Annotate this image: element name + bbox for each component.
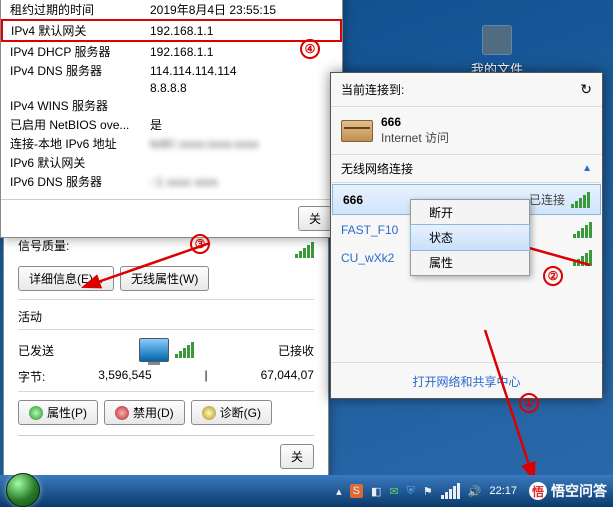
signal-bars-icon — [295, 237, 314, 258]
close-button[interactable]: 关 — [280, 444, 314, 469]
tray-sogou-icon[interactable]: S — [350, 484, 363, 498]
wukong-logo-icon: 悟 — [529, 482, 547, 500]
start-button[interactable] — [6, 473, 40, 507]
wukong-watermark: 悟 悟空问答 — [529, 481, 607, 501]
tray-wechat-icon[interactable]: ✉ — [389, 485, 398, 498]
recv-label: 已接收 — [278, 342, 314, 359]
table-row: IPv4 DHCP 服务器192.168.1.1 — [2, 41, 341, 61]
current-ssid: 666 — [381, 115, 449, 129]
tray-chevron-icon[interactable]: ▴ — [336, 485, 342, 498]
menu-status[interactable]: 状态 — [410, 224, 530, 251]
signal-quality-label: 信号质量: — [18, 237, 69, 254]
table-row: IPv6 DNS 服务器::1 xxxx xxxx — [2, 172, 341, 191]
monitor-icon — [139, 338, 169, 362]
folder-icon — [482, 25, 512, 55]
bytes-sent-value: 3,596,545 — [98, 368, 151, 385]
taskbar: ▴ S ◧ ✉ ⛨ ⚑ 🔊 22:17 悟 悟空问答 — [0, 475, 613, 507]
table-row: 连接-本地 IPv6 地址fe80::xxxx:xxxx:xxxx — [2, 134, 341, 153]
tray-shield-icon[interactable]: ⛨ — [407, 485, 415, 498]
signal-bars-icon — [175, 342, 194, 358]
tray-clock[interactable]: 22:17 — [489, 485, 517, 497]
signal-bars-icon — [573, 222, 592, 238]
details-button[interactable]: 详细信息(E)... — [18, 266, 114, 291]
shield-icon — [29, 406, 43, 420]
current-access: Internet 访问 — [381, 129, 449, 146]
bytes-recv-value: 67,044,07 — [261, 368, 314, 385]
wireless-category-header[interactable]: 无线网络连接 ▲ — [331, 154, 602, 183]
table-row: IPv4 默认网关192.168.1.1 — [2, 20, 341, 41]
refresh-icon[interactable]: ↻ — [580, 81, 592, 98]
table-row: 8.8.8.8 — [2, 80, 341, 96]
tray-app-icon[interactable]: ◧ — [371, 485, 381, 498]
desktop-shortcut-myfiles[interactable]: 我的文件 — [471, 25, 523, 78]
flyout-header: 当前连接到: — [341, 81, 404, 98]
table-row: IPv4 WINS 服务器 — [2, 96, 341, 115]
network-details-dialog: 获得租约的时间2019年8月4日 21:55:15租约过期的时间2019年8月4… — [0, 0, 343, 238]
wireless-props-button[interactable]: 无线属性(W) — [120, 266, 209, 291]
signal-bars-icon — [573, 250, 592, 266]
diagnose-button[interactable]: 诊断(G) — [191, 400, 272, 425]
properties-button[interactable]: 属性(P) — [18, 400, 98, 425]
menu-properties[interactable]: 属性 — [411, 250, 529, 275]
table-row: IPv4 DNS 服务器114.114.114.114 — [2, 61, 341, 80]
diagnose-icon — [202, 406, 216, 420]
table-row: 租约过期的时间2019年8月4日 23:55:15 — [2, 0, 341, 20]
open-network-center-link[interactable]: 打开网络和共享中心 — [412, 375, 520, 389]
system-tray: ▴ S ◧ ✉ ⛨ ⚑ 🔊 22:17 悟 悟空问答 — [336, 481, 607, 501]
details-table: 获得租约的时间2019年8月4日 21:55:15租约过期的时间2019年8月4… — [1, 0, 342, 191]
network-flyout: 当前连接到: ↻ 666 Internet 访问 无线网络连接 ▲ 666已连接… — [330, 72, 603, 399]
disable-icon — [115, 406, 129, 420]
tray-flag-icon[interactable]: ⚑ — [423, 485, 433, 498]
close-button[interactable]: 关 — [298, 206, 332, 231]
activity-section-label: 活动 — [18, 308, 314, 325]
wifi-status-window: 信号质量: 详细信息(E)... 无线属性(W) 活动 已发送 已接收 字节: … — [3, 220, 329, 480]
menu-disconnect[interactable]: 断开 — [411, 200, 529, 225]
chevron-up-icon: ▲ — [582, 163, 592, 174]
bench-icon — [341, 120, 373, 142]
table-row: 已启用 NetBIOS ove...是 — [2, 115, 341, 134]
disable-button[interactable]: 禁用(D) — [104, 400, 185, 425]
sent-label: 已发送 — [18, 342, 54, 359]
signal-bars-icon — [571, 192, 590, 208]
table-row: IPv6 默认网关 — [2, 153, 341, 172]
tray-volume-icon[interactable]: 🔊 — [468, 485, 482, 498]
tray-wifi-icon[interactable] — [441, 483, 460, 499]
bytes-label: 字节: — [18, 368, 45, 385]
context-menu: 断开 状态 属性 — [410, 199, 530, 276]
